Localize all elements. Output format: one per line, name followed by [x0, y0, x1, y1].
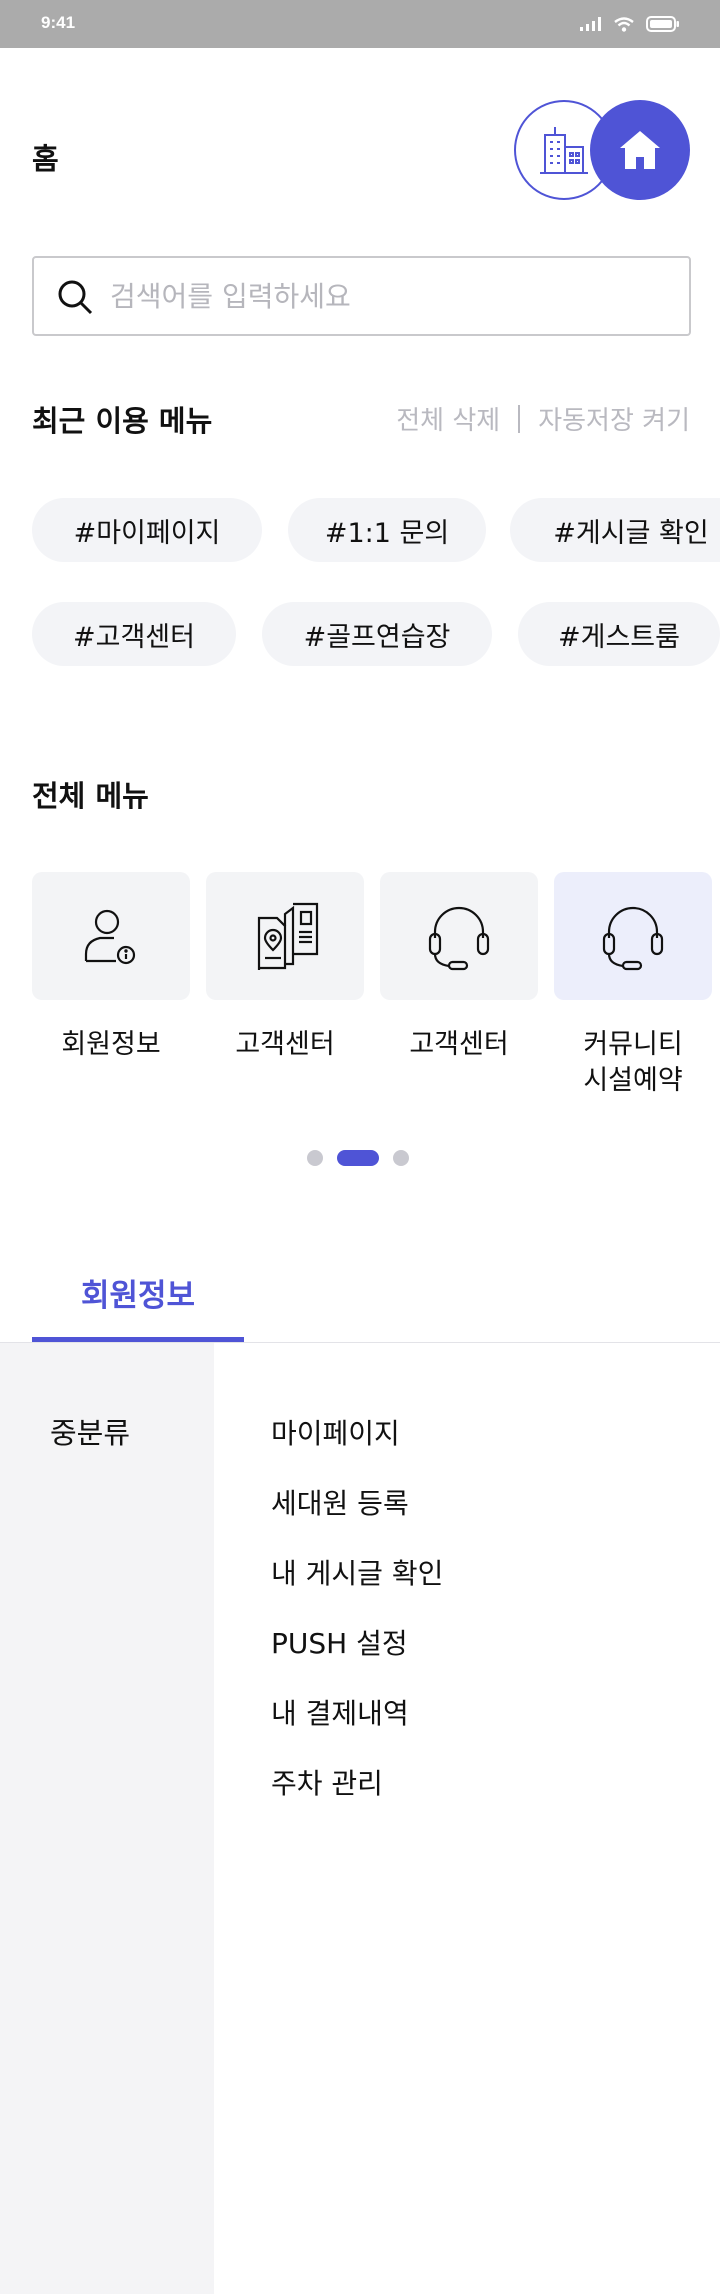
submenu-item[interactable]: 마이페이지 [271, 1412, 400, 1452]
home-icon [620, 131, 660, 169]
status-bar: 9:41 [0, 0, 720, 48]
search-icon[interactable] [56, 278, 94, 316]
menu-tile-member-info[interactable] [32, 872, 190, 1000]
page-dot[interactable] [307, 1150, 323, 1166]
page-dot[interactable] [393, 1150, 409, 1166]
divider [518, 404, 521, 433]
submenu-item[interactable]: 내 게시글 확인 [271, 1552, 443, 1592]
page-dot-active[interactable] [337, 1150, 379, 1166]
recent-chip[interactable]: #고객센터 [32, 602, 236, 666]
wifi-icon [614, 16, 634, 32]
search-input[interactable] [110, 272, 670, 320]
header-icons [514, 100, 690, 200]
signal-icon [580, 17, 601, 31]
member-info-icon [84, 909, 136, 965]
recent-menu-actions: 전체 삭제 자동저장 켜기 [396, 400, 690, 437]
submenu-item[interactable]: PUSH 설정 [271, 1622, 408, 1662]
side-category-label[interactable]: 중분류 [50, 1410, 130, 1452]
menu-label: 회원정보 [61, 1029, 161, 1060]
pagination-dots [307, 1150, 409, 1166]
recent-menu-title: 최근 이용 메뉴 [32, 404, 213, 438]
all-menu-title: 전체 메뉴 [32, 779, 149, 813]
delete-all-button[interactable]: 전체 삭제 [396, 400, 500, 437]
recent-chip[interactable]: #게스트룸 [518, 602, 720, 666]
search-box[interactable] [32, 256, 691, 336]
submenu-item[interactable]: 내 결제내역 [271, 1692, 409, 1732]
document-location-icon [257, 902, 319, 970]
menu-tile-customer-center[interactable] [380, 872, 538, 1000]
headset-icon [602, 906, 664, 971]
recent-chip[interactable]: #마이페이지 [32, 498, 262, 562]
menu-label: 커뮤니티 시설예약 [583, 1029, 683, 1096]
recent-chip[interactable]: #1:1 문의 [288, 498, 486, 562]
submenu-item[interactable]: 세대원 등록 [271, 1482, 409, 1522]
tab-member-info[interactable]: 회원정보 [32, 1270, 244, 1342]
category-side-panel [0, 1343, 214, 2294]
status-icons [580, 14, 680, 34]
menu-label: 고객센터 [409, 1029, 509, 1060]
menu-tile-customer-center[interactable] [206, 872, 364, 1000]
menu-tile-community-reservation[interactable] [554, 872, 712, 1000]
menu-label: 고객센터 [235, 1029, 335, 1060]
submenu-item[interactable]: 주차 관리 [271, 1762, 383, 1802]
status-time: 9:41 [41, 13, 76, 32]
recent-chip[interactable]: #골프연습장 [262, 602, 492, 666]
recent-chip[interactable]: #게시글 확인 [510, 498, 720, 562]
headset-icon [428, 906, 490, 971]
home-button[interactable] [590, 100, 690, 200]
building-icon [540, 127, 588, 174]
autosave-toggle-button[interactable]: 자동저장 켜기 [538, 400, 690, 437]
battery-icon [646, 16, 679, 32]
page-title: 홈 [32, 142, 59, 176]
